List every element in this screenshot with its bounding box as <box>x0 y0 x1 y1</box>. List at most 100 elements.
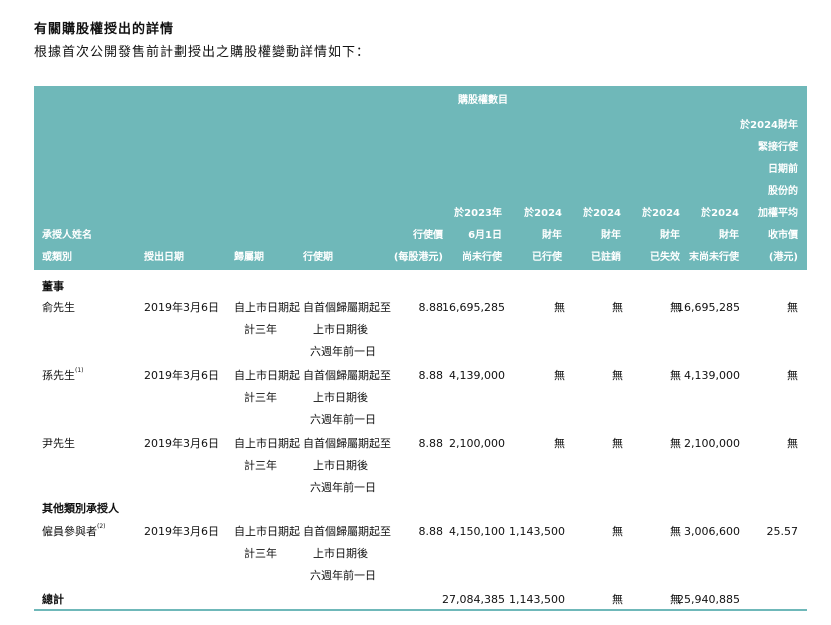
exercise-price: 8.88 <box>418 437 444 450</box>
cancelled: 無 <box>612 369 623 382</box>
header-end-l1: 於2024 <box>701 208 739 219</box>
header-lapsed-l2: 財年 <box>660 230 680 241</box>
header-exercised-l2: 財年 <box>542 230 562 241</box>
exercised: 無 <box>554 369 565 382</box>
lapsed: 無 <box>670 369 681 382</box>
header-lapsed-l1: 於2024 <box>642 208 680 219</box>
header-wavg-l2: 緊接行使 <box>758 142 798 153</box>
section-subtitle: 根據首次公開發售前計劃授出之購股權變動詳情如下： <box>34 45 371 60</box>
vesting-line-1: 自上市日期起 <box>234 301 300 314</box>
grantee-name: 俞先生 <box>42 301 75 314</box>
row-name: 僱員參與者(2) <box>42 523 106 538</box>
header-vesting: 歸屬期 <box>234 252 264 263</box>
exercise-period-line-2: 上市日期後 <box>313 323 368 336</box>
header-wavg-l5: 加權平均 <box>758 208 798 219</box>
header-jun-l3: 尚未行使 <box>462 252 502 263</box>
lapsed: 無 <box>670 437 681 450</box>
exercise-price: 8.88 <box>418 525 444 538</box>
table-bottom-rule <box>34 609 807 611</box>
exercise-period-line-1: 自首個歸屬期起至 <box>303 437 391 450</box>
header-exercised-l3: 已行使 <box>532 252 562 263</box>
header-price-l1: 行使價 <box>413 230 443 241</box>
header-lapsed-l3: 已失效 <box>650 252 680 263</box>
header-exercised-l1: 於2024 <box>524 208 562 219</box>
exercise-period-line-2: 上市日期後 <box>313 547 368 560</box>
exercise-period-line-3: 六週年前一日 <box>310 569 376 582</box>
vesting-line-2: 計三年 <box>244 459 277 472</box>
exercise-period-line-2: 上市日期後 <box>313 459 368 472</box>
header-jun-l2: 6月1日 <box>468 230 502 241</box>
total-cancelled: 無 <box>612 593 623 606</box>
footnote-marker: (1) <box>75 367 84 374</box>
exercised: 無 <box>554 437 565 450</box>
exercise-period-line-1: 自首個歸屬期起至 <box>303 301 391 314</box>
total-label: 總計 <box>42 593 64 606</box>
outstanding-start: 2,100,000 <box>449 437 505 450</box>
header-wavg-l3: 日期前 <box>768 164 798 175</box>
header-grant-date: 授出日期 <box>144 252 184 263</box>
outstanding-start: 4,150,100 <box>449 525 505 538</box>
vesting-line-2: 計三年 <box>244 323 277 336</box>
exercise-period-line-2: 上市日期後 <box>313 391 368 404</box>
outstanding-end: 16,695,285 <box>677 301 740 314</box>
row-name: 尹先生 <box>42 438 75 449</box>
header-end-l2: 財年 <box>719 230 739 241</box>
header-exercise-period: 行使期 <box>303 252 333 263</box>
section-title: 有關購股權授出的詳情 <box>34 22 175 37</box>
grant-date: 2019年3月6日 <box>144 437 219 450</box>
group-directors: 董事 <box>42 280 64 293</box>
outstanding-start: 4,139,000 <box>449 369 505 382</box>
header-name-l2: 或類別 <box>42 252 72 263</box>
grant-date: 2019年3月6日 <box>144 301 219 314</box>
header-wavg-l6: 收市價 <box>768 230 798 241</box>
vesting-line-2: 計三年 <box>244 547 277 560</box>
header-wavg-l7: (港元) <box>768 252 798 263</box>
exercise-price: 8.88 <box>418 301 444 314</box>
exercised: 1,143,500 <box>509 525 565 538</box>
vesting-line-2: 計三年 <box>244 391 277 404</box>
header-cancelled-l1: 於2024 <box>583 208 621 219</box>
cancelled: 無 <box>612 301 623 314</box>
grantee-name: 僱員參與者 <box>42 525 97 538</box>
lapsed: 無 <box>670 525 681 538</box>
header-jun-l1: 於2023年 <box>454 208 502 219</box>
header-wavg-l4: 股份的 <box>768 186 798 197</box>
total-outstanding-start: 27,084,385 <box>442 593 505 606</box>
row-name: 孫先生(1) <box>42 367 84 382</box>
weighted-avg-price: 無 <box>787 369 798 382</box>
outstanding-end: 4,139,000 <box>684 369 740 382</box>
header-cancelled-l3: 已註銷 <box>591 252 621 263</box>
outstanding-start: 16,695,285 <box>442 301 505 314</box>
vesting-line-1: 自上市日期起 <box>234 369 300 382</box>
row-name: 俞先生 <box>42 302 75 313</box>
weighted-avg-price: 無 <box>787 301 798 314</box>
cancelled: 無 <box>612 525 623 538</box>
cancelled: 無 <box>612 437 623 450</box>
exercise-period-line-3: 六週年前一日 <box>310 481 376 494</box>
exercise-period-line-1: 自首個歸屬期起至 <box>303 369 391 382</box>
total-outstanding-end: 25,940,885 <box>677 593 740 606</box>
grantee-name: 尹先生 <box>42 437 75 450</box>
total-exercised: 1,143,500 <box>509 593 565 606</box>
grantee-name: 孫先生 <box>42 369 75 382</box>
exercise-price: 8.88 <box>418 369 444 382</box>
header-cancelled-l2: 財年 <box>601 230 621 241</box>
grant-date: 2019年3月6日 <box>144 369 219 382</box>
exercise-period-line-3: 六週年前一日 <box>310 345 376 358</box>
header-price-l2: (每股港元) <box>393 252 443 263</box>
header-end-l3: 末尚未行使 <box>689 252 739 263</box>
header-name-l1: 承授人姓名 <box>42 230 92 241</box>
exercised: 無 <box>554 301 565 314</box>
table-header: 購股權數目 承授人姓名 或類別 授出日期 歸屬期 行使期 行使價 (每股港元) … <box>34 86 807 270</box>
weighted-avg-price: 無 <box>787 437 798 450</box>
exercise-period-line-3: 六週年前一日 <box>310 413 376 426</box>
footnote-marker: (2) <box>97 523 106 530</box>
weighted-avg-price: 25.57 <box>766 525 799 538</box>
header-group-label: 購股權數目 <box>458 95 508 106</box>
outstanding-end: 2,100,000 <box>684 437 740 450</box>
header-wavg-l1: 於2024財年 <box>740 120 798 131</box>
group-others: 其他類別承授人 <box>42 502 119 515</box>
outstanding-end: 3,006,600 <box>684 525 740 538</box>
grant-date: 2019年3月6日 <box>144 525 219 538</box>
vesting-line-1: 自上市日期起 <box>234 525 300 538</box>
